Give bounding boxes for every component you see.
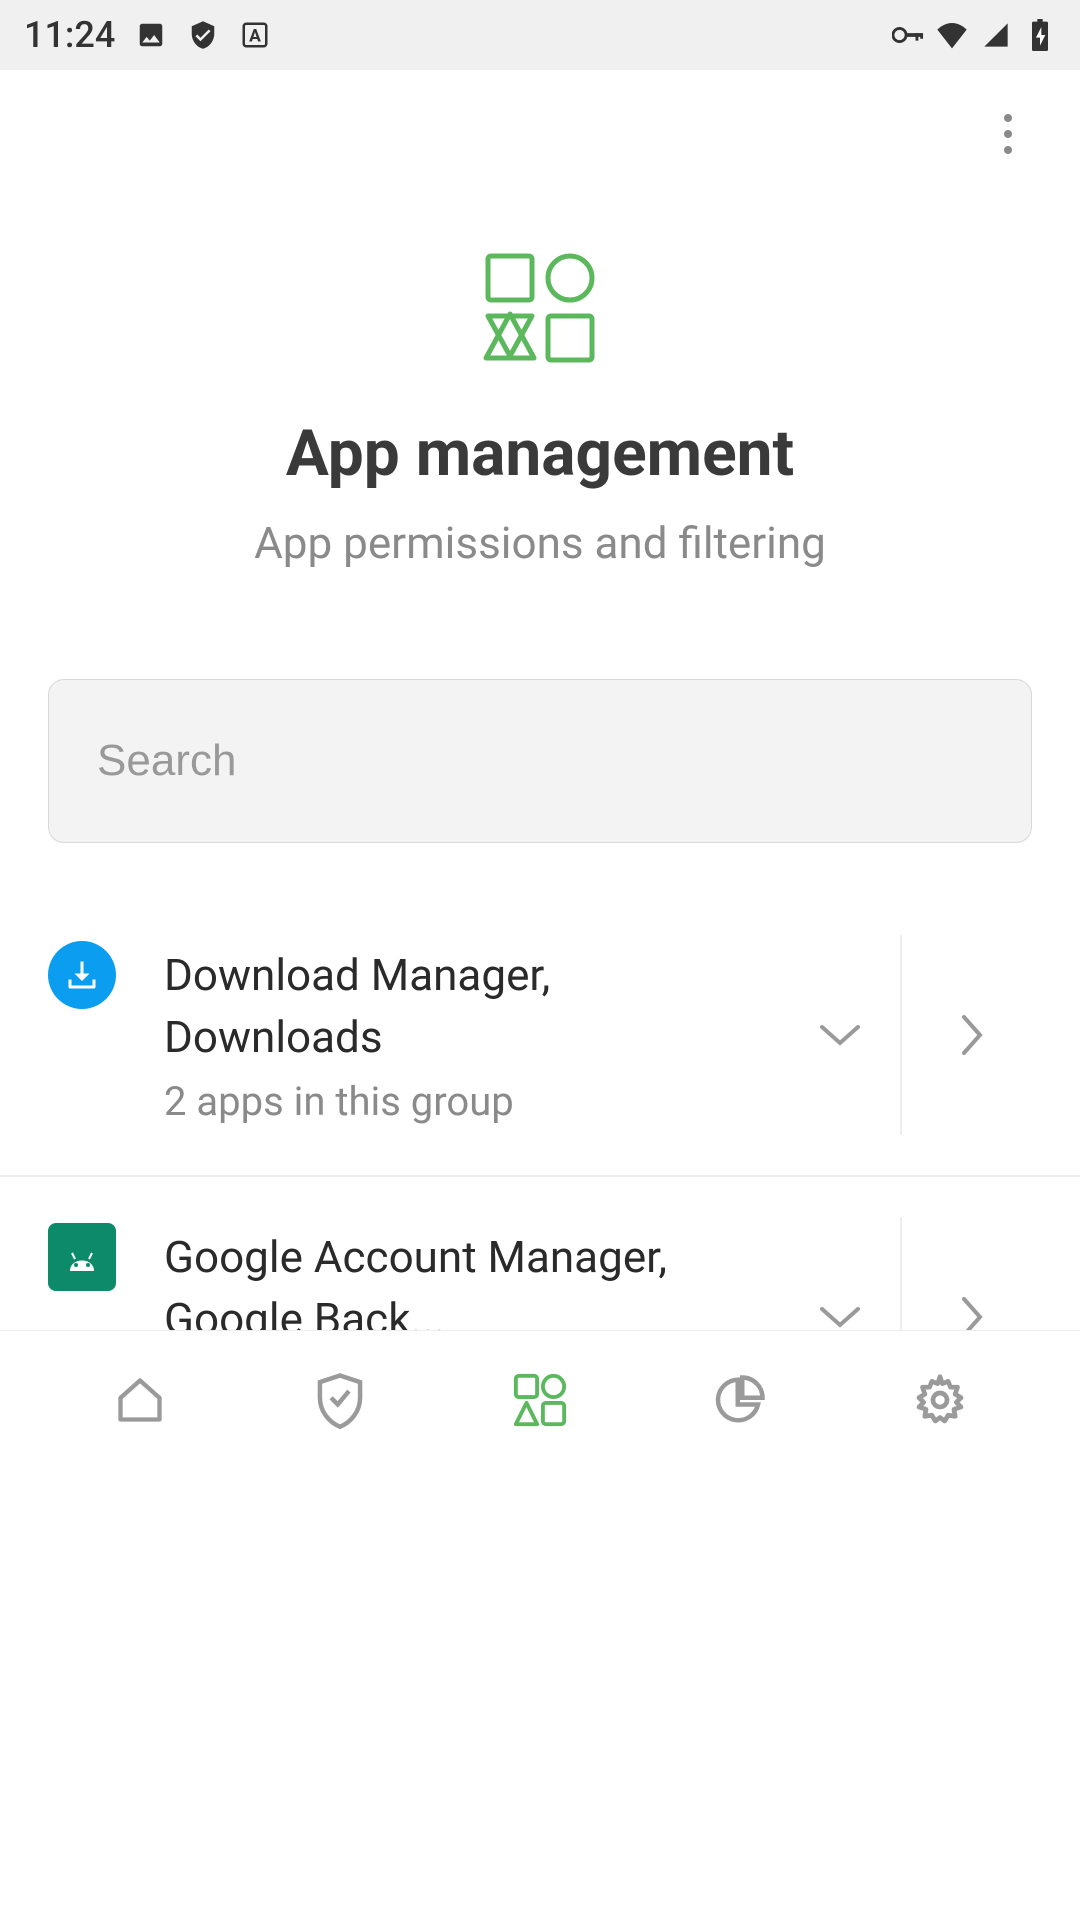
chevron-right-icon <box>958 1013 986 1057</box>
nav-stats[interactable] <box>700 1360 780 1440</box>
app-group-item[interactable]: Download Manager, Downloads 2 apps in th… <box>0 915 1080 1177</box>
shield-check-icon <box>187 19 219 51</box>
status-time: 11:24 <box>24 14 115 56</box>
picture-icon <box>135 19 167 51</box>
app-group-item[interactable]: Google Account Manager, Google Back... 4… <box>0 1177 1080 1330</box>
download-icon <box>48 941 116 1009</box>
signal-icon <box>980 19 1012 51</box>
nav-home[interactable] <box>100 1360 180 1440</box>
header-content: App management App permissions and filte… <box>0 110 1080 649</box>
details-button[interactable] <box>912 985 1032 1085</box>
details-button[interactable] <box>912 1267 1032 1330</box>
page-subtitle: App permissions and filtering <box>0 517 1080 569</box>
nav-settings[interactable] <box>900 1360 980 1440</box>
letter-a-icon: A <box>239 19 271 51</box>
more-vert-icon <box>1004 114 1012 154</box>
status-left: 11:24 A <box>24 14 271 56</box>
app-group-subtitle: 2 apps in this group <box>164 1078 790 1125</box>
chevron-right-icon <box>958 1295 986 1330</box>
app-group-body: Google Account Manager, Google Back... 4… <box>164 1227 790 1330</box>
nav-apps[interactable] <box>500 1360 580 1440</box>
item-divider <box>900 935 902 1135</box>
overflow-menu-button[interactable] <box>984 110 1032 158</box>
gear-icon <box>912 1372 968 1428</box>
app-group-body: Download Manager, Downloads 2 apps in th… <box>164 945 790 1125</box>
android-icon <box>48 1223 116 1291</box>
svg-text:A: A <box>249 26 261 46</box>
app-group-title: Download Manager, Downloads <box>164 945 724 1068</box>
status-right <box>892 19 1056 51</box>
page-title: App management <box>0 416 1080 491</box>
vpn-key-icon <box>892 19 924 51</box>
pie-chart-icon <box>713 1373 767 1427</box>
search-input[interactable] <box>48 679 1032 843</box>
expand-button[interactable] <box>790 985 890 1085</box>
expand-button[interactable] <box>790 1267 890 1330</box>
battery-icon <box>1024 19 1056 51</box>
app-group-title: Google Account Manager, Google Back... <box>164 1227 724 1330</box>
item-divider <box>900 1217 902 1330</box>
search-container <box>0 649 1080 843</box>
app-header: App management App permissions and filte… <box>0 70 1080 649</box>
nav-protection[interactable] <box>300 1360 380 1440</box>
bottom-nav <box>0 1330 1080 1468</box>
status-bar: 11:24 A <box>0 0 1080 70</box>
main-content: App management App permissions and filte… <box>0 70 1080 1330</box>
home-icon <box>114 1374 166 1426</box>
chevron-down-icon <box>818 1303 862 1330</box>
app-group-list: Download Manager, Downloads 2 apps in th… <box>0 915 1080 1330</box>
chevron-down-icon <box>818 1021 862 1049</box>
wifi-icon <box>936 19 968 51</box>
apps-icon <box>512 1372 568 1428</box>
apps-shapes-icon <box>0 250 1080 366</box>
shield-icon <box>313 1371 367 1429</box>
